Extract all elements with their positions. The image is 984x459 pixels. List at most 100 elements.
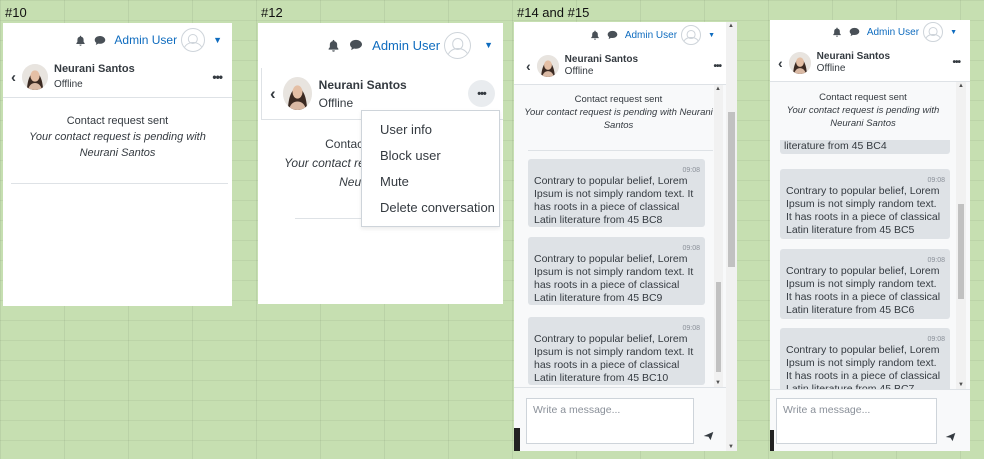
caret-down-icon[interactable]: ▼	[484, 40, 493, 50]
scroll-up-arrow-icon[interactable]: ▲	[715, 86, 721, 92]
navbar: Admin User ▼	[258, 23, 503, 67]
window-edge	[514, 428, 520, 451]
message-time: 09:08	[682, 167, 700, 174]
chat-icon[interactable]	[94, 35, 106, 46]
message-bubble: 09:08 Contrary to popular belief, Lorem …	[780, 249, 950, 319]
chat-icon[interactable]	[849, 27, 860, 37]
bell-icon[interactable]	[832, 27, 842, 37]
message-text: Contrary to popular belief, Lorem Ipsum …	[534, 175, 694, 226]
scroll-up-arrow-icon[interactable]: ▲	[958, 83, 964, 89]
conversation-header: ‹ Neurani Santos Offline •••	[3, 57, 232, 98]
contact-name[interactable]: Neurani Santos	[319, 76, 407, 94]
more-icon[interactable]: •••	[713, 61, 721, 72]
caption-14-15: #14 and #15	[517, 5, 590, 20]
message-time: 09:08	[927, 257, 945, 264]
menu-item-delete-conversation[interactable]: Delete conversation	[380, 200, 499, 226]
contact-avatar[interactable]	[22, 64, 48, 90]
bell-icon[interactable]	[590, 30, 600, 40]
chevron-left-icon[interactable]: ‹	[778, 55, 783, 71]
message-text: literature from 45 BC4	[784, 140, 887, 152]
message-text: Contrary to popular belief, Lorem Ipsum …	[786, 185, 941, 236]
scroll-down-arrow-icon[interactable]: ▼	[715, 380, 721, 386]
scrollbar-thumb[interactable]	[728, 112, 735, 267]
chat-icon[interactable]	[349, 39, 363, 51]
user-avatar[interactable]	[681, 25, 702, 45]
message-bubble: 09:08 Contrary to popular belief, Lorem …	[780, 328, 950, 389]
chevron-left-icon[interactable]: ‹	[270, 84, 276, 104]
pending-message: Your contact request is pending with Neu…	[29, 131, 206, 159]
message-text: Contrary to popular belief, Lorem Ipsum …	[786, 344, 941, 389]
message-bubble: 09:08 Contrary to popular belief, Lorem …	[780, 169, 950, 239]
panel-14: Admin User ▼ ‹ Neurani Santos Offline ••…	[514, 22, 737, 451]
scrollbar-thumb[interactable]	[716, 282, 721, 372]
send-icon[interactable]	[703, 428, 714, 446]
panel-15: Admin User ▼ ‹ Neurani Santos Offline ••…	[770, 20, 970, 451]
more-icon[interactable]: •••	[212, 70, 223, 84]
conversation-header: ‹ Neurani Santos Offline •••	[514, 48, 737, 85]
conversation-actions-menu: User info Block user Mute Delete convers…	[361, 110, 500, 227]
divider	[11, 183, 228, 184]
contact-status: Offline	[318, 95, 354, 110]
user-avatar[interactable]	[444, 31, 472, 59]
caption-12: #12	[261, 5, 283, 20]
navbar: Admin User ▼	[514, 22, 737, 48]
message-input[interactable]: Write a message...	[526, 398, 694, 444]
contact-name[interactable]: Neurani Santos	[565, 54, 638, 66]
more-icon[interactable]: •••	[952, 57, 960, 68]
message-list[interactable]: Contact request sent Your contact reques…	[770, 82, 956, 389]
user-menu-name[interactable]: Admin User	[867, 27, 919, 38]
scrollbar-thumb[interactable]	[958, 204, 964, 299]
message-text: Contrary to popular belief, Lorem Ipsum …	[534, 333, 694, 384]
chat-icon[interactable]	[607, 30, 618, 40]
scroll-down-arrow-icon[interactable]: ▼	[728, 444, 734, 450]
message-composer: Write a message...	[770, 389, 970, 451]
panel-12: Admin User ▼ ‹ Neurani Santos Offline ••…	[258, 23, 503, 304]
more-button[interactable]: •••	[468, 80, 495, 107]
message-time: 09:08	[682, 325, 700, 332]
user-menu-name[interactable]: Admin User	[114, 33, 177, 47]
window-edge	[770, 430, 774, 451]
more-icon: •••	[477, 87, 487, 100]
caption-10: #10	[5, 5, 27, 20]
chevron-left-icon[interactable]: ‹	[526, 58, 531, 74]
user-menu-name[interactable]: Admin User	[625, 30, 677, 41]
contact-status: Offline	[564, 66, 594, 77]
caret-down-icon[interactable]: ▼	[950, 29, 957, 36]
contact-status: Offline	[54, 79, 83, 90]
message-scrollbar[interactable]: ▲ ▼	[956, 82, 966, 389]
pending-title: Contact request sent	[819, 92, 907, 103]
send-icon[interactable]	[945, 429, 956, 447]
menu-item-mute[interactable]: Mute	[380, 174, 499, 200]
divider	[528, 150, 713, 151]
user-avatar[interactable]	[181, 28, 206, 52]
scroll-up-arrow-icon[interactable]: ▲	[728, 23, 734, 29]
user-menu-name[interactable]: Admin User	[372, 38, 440, 53]
menu-item-user-info[interactable]: User info	[380, 122, 499, 148]
panel-scrollbar[interactable]: ▲ ▼	[726, 22, 737, 451]
chevron-left-icon[interactable]: ‹	[11, 69, 16, 86]
menu-item-block-user[interactable]: Block user	[380, 148, 499, 174]
message-scrollbar[interactable]: ▲ ▼	[714, 85, 723, 387]
contact-name[interactable]: Neurani Santos	[54, 62, 135, 77]
conversation-header: ‹ Neurani Santos Offline •••	[770, 44, 970, 82]
message-text: Contrary to popular belief, Lorem Ipsum …	[786, 265, 941, 316]
contact-avatar[interactable]	[282, 77, 312, 110]
message-bubble: 09:08 Contrary to popular belief, Lorem …	[528, 237, 705, 305]
caret-down-icon[interactable]: ▼	[213, 35, 222, 45]
bell-icon[interactable]	[75, 35, 86, 46]
user-avatar[interactable]	[923, 22, 944, 42]
contact-name[interactable]: Neurani Santos	[817, 51, 890, 63]
pending-message: Your contact request is pending with Neu…	[524, 107, 713, 131]
contact-avatar[interactable]	[788, 51, 811, 74]
pending-title: Contact request sent	[574, 94, 663, 105]
message-input[interactable]: Write a message...	[776, 398, 937, 444]
message-list[interactable]: Contact request sent Your contact reques…	[514, 85, 723, 387]
pending-notice: Contact request sent Your contact reques…	[514, 93, 723, 132]
pending-title: Contact request sent	[66, 115, 169, 127]
bell-icon[interactable]	[327, 39, 340, 52]
contact-avatar[interactable]	[536, 55, 559, 77]
scroll-down-arrow-icon[interactable]: ▼	[958, 382, 964, 388]
navbar: Admin User ▼	[3, 23, 232, 57]
caret-down-icon[interactable]: ▼	[708, 32, 715, 39]
message-text: Contrary to popular belief, Lorem Ipsum …	[534, 253, 694, 304]
